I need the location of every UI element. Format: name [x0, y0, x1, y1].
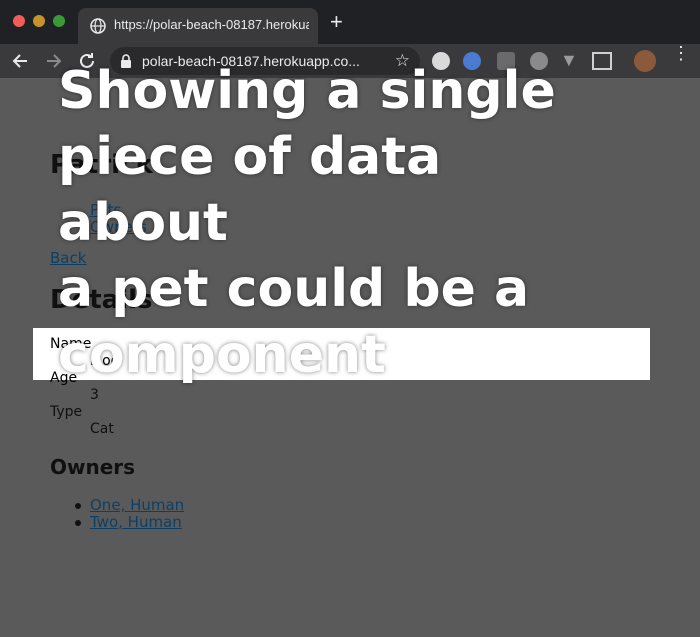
list-bullet — [75, 520, 81, 526]
screen: https://polar-beach-08187.herokuapp.com … — [0, 0, 700, 637]
back-arrow-icon[interactable] — [10, 50, 32, 72]
owner-link-one[interactable]: One, Human — [90, 496, 184, 514]
new-tab-button[interactable]: + — [330, 11, 343, 33]
owner-link-two[interactable]: Two, Human — [90, 513, 182, 531]
tab-title: https://polar-beach-08187.herokuapp.com — [114, 17, 309, 32]
detail-term-type: Type — [50, 404, 83, 420]
browser-tab[interactable]: https://polar-beach-08187.herokuapp.com — [78, 8, 318, 44]
browser-menu-icon[interactable]: ⋮ — [672, 44, 690, 62]
caption-line: a pet could be a — [58, 259, 530, 319]
profile-avatar[interactable] — [634, 50, 656, 72]
tab-strip: https://polar-beach-08187.herokuapp.com … — [0, 0, 700, 44]
caption-line: piece of data about — [58, 127, 442, 253]
minimize-window-button[interactable] — [33, 15, 45, 27]
list-bullet — [75, 503, 81, 509]
globe-icon — [90, 18, 106, 34]
caption-line: component — [58, 325, 386, 385]
overlay-caption: Showing a single piece of data about a p… — [58, 58, 618, 388]
maximize-window-button[interactable] — [53, 15, 65, 27]
caption-line: Showing a single — [58, 61, 556, 121]
detail-value-age: 3 — [90, 387, 99, 403]
detail-value-type: Cat — [90, 421, 114, 437]
owners-heading: Owners — [50, 455, 136, 479]
close-window-button[interactable] — [13, 15, 25, 27]
